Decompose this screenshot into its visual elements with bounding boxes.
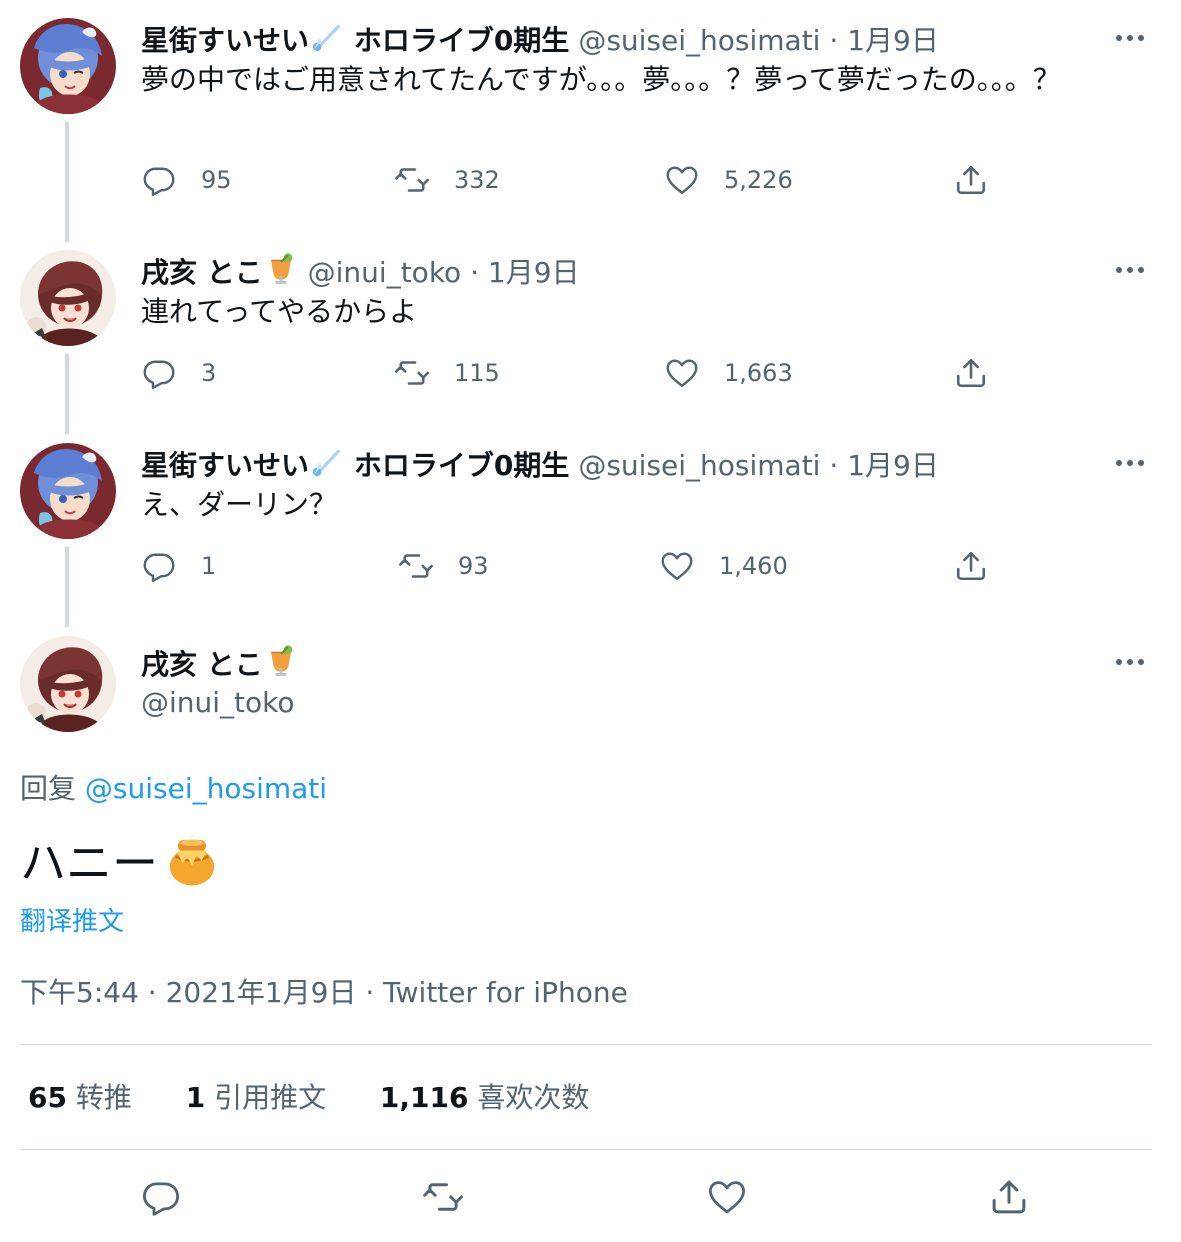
cocktail-icon — [263, 252, 299, 296]
divider — [20, 1149, 1152, 1150]
tweet-stats: 65 转推 1 引用推文 1,116 喜欢次数 — [28, 1078, 589, 1118]
reply-button[interactable]: 95 — [141, 162, 232, 198]
tweet-actions: 3 115 1,663 — [0, 355, 1181, 399]
display-name[interactable]: 星街すいせい — [141, 24, 309, 57]
tweet-text: 連れてってやるからよ — [141, 295, 418, 328]
retweet-icon — [422, 1176, 464, 1218]
avatar[interactable] — [20, 250, 116, 346]
main-tweet-name: 戌亥 とこ — [141, 644, 299, 688]
comet-icon — [309, 20, 345, 64]
tweet-text: え、ダーリン？ — [141, 488, 338, 521]
separator: · — [829, 24, 839, 57]
like-icon — [706, 1176, 748, 1218]
retweet-icon — [398, 548, 434, 584]
translate-link[interactable]: 翻译推文 — [20, 904, 124, 940]
share-icon — [953, 548, 989, 584]
retweet-count: 93 — [458, 552, 489, 580]
like-icon — [664, 355, 700, 391]
more-options-button[interactable] — [1116, 652, 1150, 672]
retweets-stat[interactable]: 65 转推 — [28, 1081, 132, 1114]
reply-count: 95 — [201, 166, 232, 194]
reply-icon — [141, 162, 177, 198]
like-button[interactable]: 5,226 — [664, 162, 793, 198]
main-retweet-button[interactable] — [422, 1176, 464, 1222]
main-reply-button[interactable] — [140, 1176, 182, 1222]
more-options-button[interactable] — [1116, 28, 1150, 48]
retweet-count: 115 — [454, 359, 500, 387]
main-like-button[interactable] — [706, 1176, 748, 1222]
like-count: 1,663 — [724, 359, 793, 387]
reply-context: 回复 @suisei_hosimati — [20, 770, 327, 808]
reply-icon — [140, 1176, 182, 1218]
more-options-button[interactable] — [1116, 453, 1150, 473]
likes-stat[interactable]: 1,116 喜欢次数 — [380, 1081, 590, 1114]
user-handle[interactable]: @inui_toko — [141, 686, 295, 719]
display-name[interactable]: 戌亥 とこ — [141, 256, 263, 289]
user-handle[interactable]: @suisei_hosimati — [578, 449, 820, 482]
tweet-date[interactable]: 1月9日 — [488, 256, 580, 289]
display-name-suffix[interactable]: ホロライブ0期生 — [354, 449, 569, 482]
tweet-date[interactable]: 1月9日 — [847, 449, 939, 482]
retweet-icon — [394, 162, 430, 198]
user-handle[interactable]: @suisei_hosimati — [578, 24, 820, 57]
tweet-text: ハニー — [20, 836, 158, 890]
like-icon — [659, 548, 695, 584]
like-button[interactable]: 1,663 — [664, 355, 793, 391]
reply-prefix: 回复 — [20, 772, 77, 805]
quotes-stat[interactable]: 1 引用推文 — [186, 1081, 326, 1114]
divider — [20, 1044, 1152, 1045]
display-name-suffix[interactable]: ホロライブ0期生 — [354, 24, 569, 57]
share-icon — [988, 1176, 1030, 1218]
retweet-count: 332 — [454, 166, 500, 194]
separator: · — [470, 256, 479, 289]
display-name[interactable]: 星街すいせい — [141, 449, 309, 482]
user-handle[interactable]: @inui_toko — [308, 256, 462, 289]
reply-count: 3 — [201, 359, 217, 387]
display-name[interactable]: 戌亥 とこ — [141, 648, 263, 681]
share-button[interactable] — [953, 162, 989, 198]
avatar[interactable] — [20, 18, 116, 114]
retweet-button[interactable]: 332 — [394, 162, 500, 198]
tweet-timestamp[interactable]: 下午5:44 · 2021年1月9日 · Twitter for iPhone — [20, 974, 628, 1012]
main-tweet-handle: @inui_toko — [141, 684, 295, 722]
retweet-button[interactable]: 115 — [394, 355, 500, 391]
like-count: 1,460 — [719, 552, 788, 580]
reply-count: 1 — [201, 552, 217, 580]
tweet-header: 戌亥 とこ @inui_toko · 1月9日 — [141, 252, 580, 296]
more-options-button[interactable] — [1116, 260, 1150, 280]
share-button[interactable] — [953, 548, 989, 584]
retweet-button[interactable]: 93 — [398, 548, 489, 584]
reply-button[interactable]: 3 — [141, 355, 216, 391]
tweet-header: 星街すいせい ホロライブ0期生 @suisei_hosimati · 1月9日 — [141, 445, 939, 489]
reply-button[interactable]: 1 — [141, 548, 216, 584]
main-share-button[interactable] — [988, 1176, 1030, 1222]
retweet-icon — [394, 355, 430, 391]
honey-pot-icon — [164, 833, 220, 904]
share-button[interactable] — [953, 355, 989, 391]
share-icon — [953, 355, 989, 391]
main-tweet-text: ハニー — [20, 832, 220, 904]
tweet-actions: 1 93 1,460 — [0, 548, 1181, 592]
avatar[interactable] — [20, 443, 116, 539]
like-count: 5,226 — [724, 166, 793, 194]
comet-icon — [309, 445, 345, 489]
like-button[interactable]: 1,460 — [659, 548, 788, 584]
tweet-text: 夢の中ではご用意されてたんですが。。。夢。。。？夢って夢だったの。。。？ — [141, 63, 1061, 96]
reply-to-link[interactable]: @suisei_hosimati — [85, 772, 327, 805]
tweet-actions: 95 332 5,226 — [0, 162, 1181, 206]
reply-icon — [141, 355, 177, 391]
cocktail-icon — [263, 644, 299, 688]
avatar[interactable] — [20, 636, 116, 732]
reply-icon — [141, 548, 177, 584]
tweet-header: 星街すいせい ホロライブ0期生 @suisei_hosimati · 1月9日 — [141, 20, 939, 64]
share-icon — [953, 162, 989, 198]
separator: · — [829, 449, 839, 482]
tweet-date[interactable]: 1月9日 — [847, 24, 939, 57]
like-icon — [664, 162, 700, 198]
